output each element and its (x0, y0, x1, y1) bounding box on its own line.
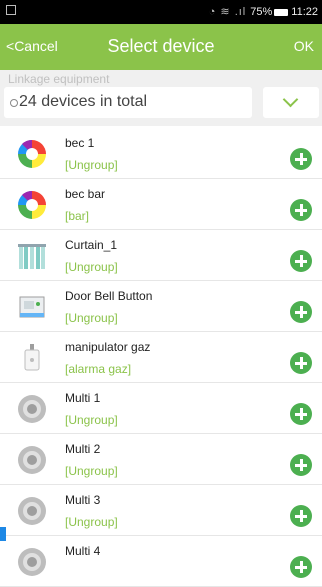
clock: 11:22 (291, 6, 318, 18)
device-name: manipulator gaz (65, 340, 151, 354)
filter-label: Linkage equipment (8, 72, 110, 86)
radio-icon (10, 99, 18, 107)
device-name: bec bar (65, 187, 106, 201)
page-title: Select device (107, 36, 215, 56)
add-icon[interactable] (290, 556, 312, 578)
status-bar: ◔ ≋ .ıl 75% 11:22 (0, 0, 322, 24)
color-bulb-icon (18, 139, 46, 168)
device-row[interactable]: Multi 1 [Ungroup] (0, 383, 322, 434)
device-list: bec 1 [Ungroup] bec bar [bar] Curtain_1 … (0, 128, 322, 587)
filter-bar: Linkage equipment 24 devices in total (0, 70, 322, 126)
scroll-indicator (0, 527, 6, 541)
add-icon[interactable] (290, 454, 312, 476)
device-row[interactable]: Multi 3 [Ungroup] (0, 485, 322, 536)
device-name: Door Bell Button (65, 289, 153, 303)
status-right: ◔ ≋ .ıl 75% 11:22 (209, 5, 318, 18)
battery-percent: 75% (250, 6, 273, 18)
filter-dropdown-button[interactable] (263, 87, 319, 118)
device-group: [Ungroup] (65, 515, 118, 529)
battery-icon (274, 8, 289, 16)
add-icon[interactable] (290, 352, 312, 374)
device-row[interactable]: bec 1 [Ungroup] (0, 128, 322, 179)
sensor-disc-icon (18, 497, 46, 525)
sensor-disc-icon (18, 446, 46, 474)
add-icon[interactable] (290, 148, 312, 170)
device-row[interactable]: Door Bell Button [Ungroup] (0, 281, 322, 332)
chevron-down-icon (282, 91, 299, 108)
color-bulb-icon (18, 190, 46, 219)
doorbell-icon (19, 296, 45, 318)
wifi-signal-icon: ◔ ≋ .ıl (208, 6, 247, 18)
device-name: Multi 3 (65, 493, 101, 507)
device-row[interactable]: bec bar [bar] (0, 179, 322, 230)
add-icon[interactable] (290, 505, 312, 527)
device-group: [Ungroup] (65, 464, 118, 478)
add-icon[interactable] (290, 250, 312, 272)
device-group: [alarma gaz] (65, 362, 132, 376)
device-row[interactable]: manipulator gaz [alarma gaz] (0, 332, 322, 383)
device-group: [bar] (65, 209, 90, 223)
device-group: [Ungroup] (65, 311, 118, 325)
add-icon[interactable] (290, 403, 312, 425)
device-name: Multi 1 (65, 391, 101, 405)
device-name: Multi 4 (65, 544, 101, 558)
device-name: Multi 2 (65, 442, 101, 456)
device-name: bec 1 (65, 136, 95, 150)
device-row[interactable]: Multi 4 (0, 536, 322, 587)
ok-button[interactable]: OK (294, 38, 314, 54)
device-group: [Ungroup] (65, 260, 118, 274)
device-group: [Ungroup] (65, 158, 118, 172)
device-count-box: 24 devices in total (4, 87, 252, 118)
add-icon[interactable] (290, 301, 312, 323)
sensor-disc-icon (18, 395, 46, 423)
device-row[interactable]: Multi 2 [Ungroup] (0, 434, 322, 485)
add-icon[interactable] (290, 199, 312, 221)
device-group: [Ungroup] (65, 413, 118, 427)
device-name: Curtain_1 (65, 238, 118, 252)
device-count: 24 devices in total (19, 93, 148, 110)
gas-valve-icon (24, 344, 40, 371)
sensor-disc-icon (18, 548, 46, 576)
notification-icon (6, 5, 16, 15)
device-row[interactable]: Curtain_1 [Ungroup] (0, 230, 322, 281)
app-header: <Cancel Select device OK (0, 24, 322, 70)
curtain-icon (18, 244, 46, 269)
